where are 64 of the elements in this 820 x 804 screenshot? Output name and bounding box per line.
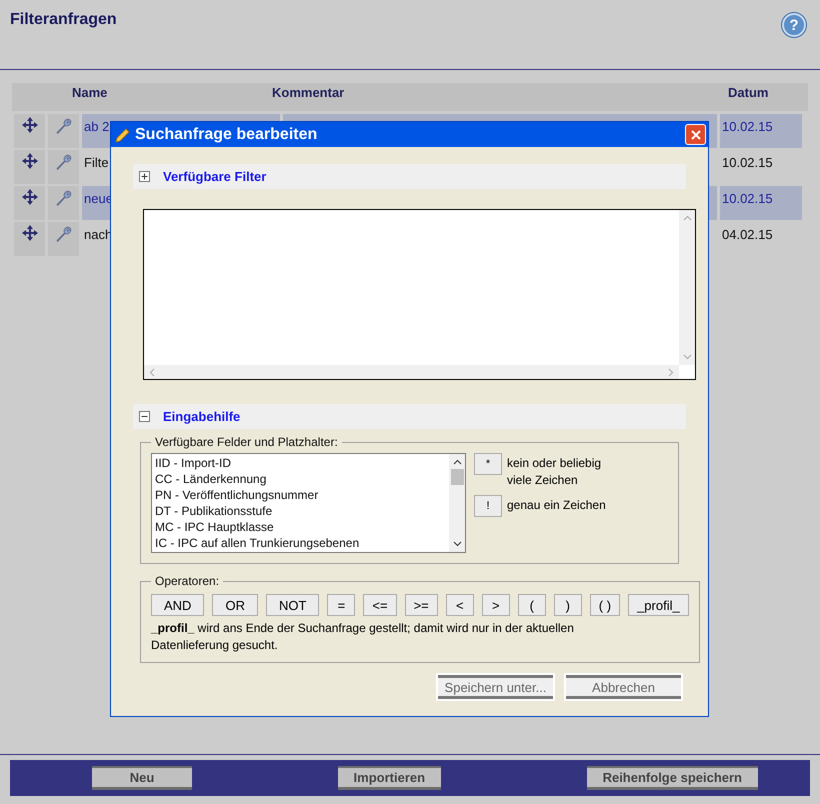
dialog-title: Suchanfrage bearbeiten xyxy=(135,126,318,144)
scrollbar[interactable] xyxy=(144,365,679,379)
move-handle[interactable] xyxy=(14,114,45,148)
close-icon xyxy=(690,130,700,140)
operator-button[interactable]: <= xyxy=(363,594,397,616)
page-title: Filteranfragen xyxy=(10,11,117,29)
move-handle[interactable] xyxy=(14,150,45,184)
operator-button[interactable]: NOT xyxy=(266,594,320,616)
wildcard-button[interactable]: ! xyxy=(474,495,502,517)
chevron-up-icon[interactable] xyxy=(452,459,462,465)
list-item[interactable]: PN - Veröffentlichungsnummer xyxy=(155,487,446,503)
list-item[interactable]: IC - IPC auf allen Trunkierungsebenen xyxy=(155,535,446,551)
operator-button[interactable]: ( xyxy=(518,594,546,616)
column-header: Kommentar xyxy=(272,85,346,100)
group-legend: Verfügbare Felder und Platzhalter: xyxy=(151,435,342,449)
move-icon xyxy=(22,189,38,205)
move-icon xyxy=(22,117,38,133)
scrollbar[interactable] xyxy=(449,454,465,552)
operator-button[interactable]: = xyxy=(327,594,356,616)
operator-button[interactable]: < xyxy=(446,594,474,616)
chevron-down-icon[interactable] xyxy=(452,541,462,547)
operator-note: _profil_ wird ans Ende der Suchanfrage gestellt; damit wird nur in der aktuellen Datenlieferung gesucht. xyxy=(151,620,575,654)
column-header: Name xyxy=(72,85,108,100)
move-icon xyxy=(22,153,38,169)
list-item[interactable]: IID - Import-ID xyxy=(155,455,446,471)
field-list[interactable]: IID - Import-ID CC - Länderkennung PN - Veröffentlichungsnummer DT - Publikationsstufe MC - IPC Hauptklasse IC - IPC auf allen Trunkierungsebenen xyxy=(151,453,466,553)
group-legend: Operatoren: xyxy=(151,574,224,588)
footer-button[interactable]: Neu xyxy=(92,766,192,790)
table-cell: 10.02.15 xyxy=(720,114,802,148)
wrench-icon xyxy=(54,117,72,135)
wildcard-description: kein oder beliebig viele Zeichen xyxy=(507,455,602,489)
wildcard-button[interactable]: * xyxy=(474,453,502,475)
list-item[interactable]: CC - Länderkennung xyxy=(155,471,446,487)
move-handle[interactable] xyxy=(14,222,45,256)
pencil-icon xyxy=(115,126,131,142)
wrench-icon xyxy=(54,189,72,207)
table-cell-text: 04.02.15 xyxy=(721,226,774,244)
footer-button[interactable]: Importieren xyxy=(338,766,442,790)
scrollbar-thumb[interactable] xyxy=(450,469,464,485)
wrench-icon xyxy=(54,153,72,171)
dialog-button[interactable]: Speichern unter... xyxy=(438,675,553,699)
operator-button[interactable]: _profil_ xyxy=(628,594,689,616)
table-cell-text: 10.02.15 xyxy=(721,154,774,172)
footer-button[interactable]: Reihenfolge speichern xyxy=(586,766,758,790)
wrench-icon xyxy=(54,225,72,243)
operator-button[interactable]: OR xyxy=(212,594,258,616)
dialog-button[interactable]: Abbrechen xyxy=(566,675,681,699)
chevron-left-icon[interactable] xyxy=(149,368,155,376)
chevron-right-icon[interactable] xyxy=(668,368,674,376)
operator-button[interactable]: >= xyxy=(404,594,438,616)
column-header: Datum xyxy=(728,85,768,100)
list-item[interactable]: MC - IPC Hauptklasse xyxy=(155,519,446,535)
move-icon xyxy=(22,225,38,241)
move-handle[interactable] xyxy=(14,186,45,220)
operator-button[interactable]: ( ) xyxy=(590,594,620,616)
operator-button[interactable]: AND xyxy=(151,594,204,616)
wildcard-description: genau ein Zeichen xyxy=(507,497,607,514)
section-header[interactable]: Eingabehilfe xyxy=(133,404,686,429)
operator-button[interactable]: ) xyxy=(554,594,582,616)
table-cell: 10.02.15 xyxy=(720,186,802,220)
close-button[interactable] xyxy=(685,124,706,145)
list-item[interactable]: DT - Publikationsstufe xyxy=(155,503,446,519)
operator-button[interactable]: > xyxy=(482,594,510,616)
section-header[interactable]: Verfügbare Filter xyxy=(133,164,686,189)
